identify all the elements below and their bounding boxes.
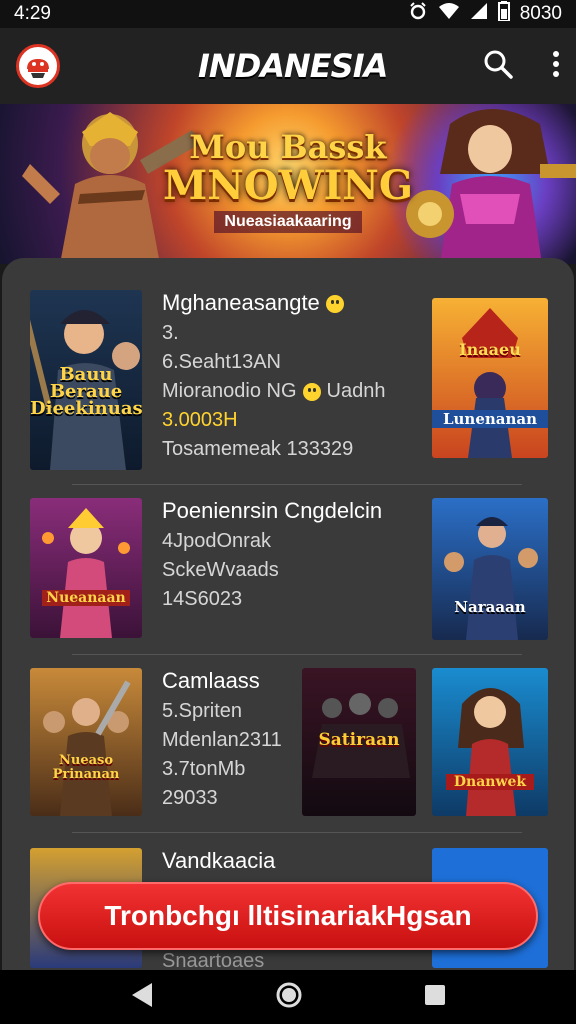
search-icon[interactable] [482, 48, 514, 85]
status-icons: 8030 [408, 1, 562, 27]
emoji-icon [325, 295, 344, 314]
game-thumbnail-caption: Nueaso Prinanan [52, 753, 120, 782]
game-thumbnail-caption: Satiraan [318, 730, 400, 750]
game-thumbnail-caption: Lunenanan [432, 410, 548, 428]
alarm-icon [408, 1, 428, 27]
game-detail: Mioranodio NG Uadnh [162, 380, 386, 402]
game-title: Poenienrsin Cngdelcin [162, 498, 383, 523]
more-vert-icon[interactable] [552, 50, 560, 83]
game-thumbnail-caption: Dnanwek [446, 774, 534, 790]
game-title: Mghaneasangte [162, 290, 385, 316]
game-thumbnail-caption: Naraaan [454, 598, 526, 616]
game-list-panel: Bauu Beraue Dieekinuas Mghaneasangte 3. … [2, 258, 574, 970]
game-detail: 29033 [162, 787, 218, 809]
game-thumbnail-caption: Inaaeu [459, 340, 521, 359]
game-thumbnail-caption: Bauu Beraue Dieekinuas [30, 364, 142, 419]
app-bar: INDANESIA [0, 28, 576, 104]
banner-title-line2: MNOWING [162, 162, 414, 209]
game-detail: 3.7tonMb [162, 758, 246, 780]
battery-icon [497, 1, 510, 27]
list-item[interactable]: Bauu Beraue Dieekinuas Mghaneasangte 3. … [30, 290, 550, 474]
hero-banner[interactable]: Mou Bassk MNOWING Nueasiaakaaring [0, 104, 576, 264]
game-thumbnail[interactable]: Dnanwek [432, 668, 548, 816]
game-art [458, 688, 524, 816]
list-item[interactable]: Nueanaan Poenienrsin Cngdelcin 4JpodOnra… [30, 498, 550, 648]
banner-title-line1: Mou Bassk [189, 128, 387, 166]
app-title: INDANESIA [198, 47, 388, 85]
list-item[interactable]: Nueaso Prinanan Camlaass 5.Spriten Mdenl… [30, 668, 550, 818]
game-detail: 4JpodOnrak [162, 530, 271, 552]
primary-cta-button[interactable]: Tronbchgı lltisinariakHgsan [38, 882, 538, 950]
game-info: Poenienrsin Cngdelcin 4JpodOnrak SckeWva… [162, 498, 382, 611]
game-detail: Mdenlan2311 [162, 729, 282, 751]
banner-subtitle: Nueasiaakaaring [214, 211, 362, 233]
game-thumbnail-caption: Nueanaan [42, 590, 130, 606]
game-detail: SckeWvaads [162, 559, 279, 581]
game-info: Mghaneasangte 3. 6.Seaht13AN Mioranodio … [162, 290, 385, 461]
logo-icon[interactable] [16, 44, 60, 88]
list-divider [72, 832, 522, 833]
game-art [43, 680, 131, 816]
emoji-icon [302, 382, 321, 401]
back-icon[interactable] [130, 982, 154, 1013]
signal-icon [470, 2, 488, 26]
game-title: Vandkaacia [162, 848, 276, 873]
home-icon[interactable] [275, 981, 303, 1014]
game-detail: 6.Seaht13AN [162, 351, 281, 373]
game-art [444, 517, 538, 640]
list-divider [72, 484, 522, 485]
game-detail: 14S6023 [162, 588, 243, 610]
banner-title: Mou Bassk MNOWING Nueasiaakaaring [0, 128, 576, 233]
game-thumbnail[interactable]: Bauu Beraue Dieekinuas [30, 290, 142, 470]
game-info: Camlaass 5.Spriten Mdenlan2311 3.7tonMb … [162, 668, 282, 810]
recents-icon[interactable] [424, 984, 446, 1011]
game-detail: 5.Spriten [162, 700, 243, 722]
game-thumbnail[interactable]: Naraaan [432, 498, 548, 640]
game-thumbnail[interactable]: Nueanaan [30, 498, 142, 638]
game-thumbnail[interactable]: Nueaso Prinanan [30, 668, 142, 816]
game-title: Camlaass [162, 668, 260, 693]
game-thumbnail[interactable]: Inaaeu Lunenanan [432, 298, 548, 458]
system-nav-bar [0, 970, 576, 1024]
game-price: 3.0003H [162, 409, 238, 431]
battery-text: 8030 [519, 3, 562, 24]
game-art [462, 308, 518, 458]
game-art [42, 508, 130, 638]
status-time: 4:29 [14, 3, 51, 24]
game-thumbnail[interactable]: Satiraan [302, 668, 416, 816]
status-bar: 4:29 8030 [0, 0, 576, 28]
game-detail: Tosamemeak 133329 [162, 438, 354, 460]
game-detail: Snaartoaes [162, 950, 265, 970]
game-detail: 3. [162, 322, 179, 344]
wifi-icon [438, 2, 460, 26]
list-divider [72, 654, 522, 655]
